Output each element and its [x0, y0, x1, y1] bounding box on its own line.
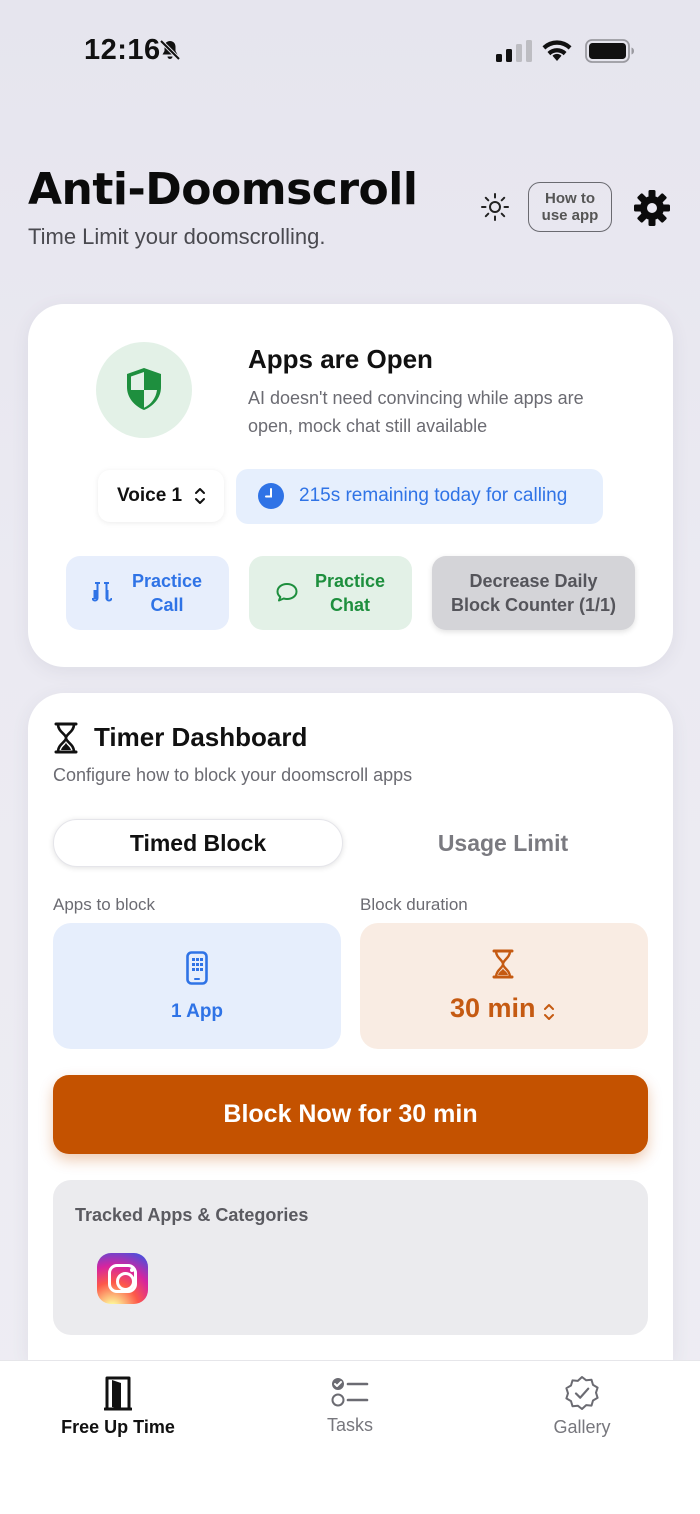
practice-chat-line1: Practice	[314, 571, 386, 591]
tab-free-up-time[interactable]: Free Up Time	[38, 1375, 198, 1438]
battery-icon	[585, 39, 634, 63]
hourglass-icon	[492, 949, 514, 979]
block-duration-selector[interactable]: 30 min	[360, 923, 648, 1049]
chevron-up-down-icon	[544, 1004, 554, 1020]
cellular-signal-icon	[496, 40, 532, 62]
apps-status-card: Apps are Open AI doesn't need convincing…	[28, 304, 673, 667]
apps-to-block-label: Apps to block	[53, 895, 156, 914]
shield-badge	[96, 342, 192, 438]
tab-usage-limit[interactable]: Usage Limit	[358, 819, 648, 867]
tracked-apps-title: Tracked Apps & Categories	[75, 1205, 309, 1225]
tab-gallery[interactable]: Gallery	[502, 1375, 662, 1438]
instagram-icon	[97, 1253, 148, 1304]
apps-status-description: AI doesn't need convincing while apps ar…	[248, 388, 584, 436]
tab-tasks[interactable]: Tasks	[270, 1375, 430, 1436]
tab-label: Free Up Time	[61, 1417, 175, 1437]
test-tubes-icon	[92, 582, 112, 602]
decrease-line2: Block Counter (1/1)	[450, 595, 617, 615]
app-subtitle: Time Limit your doomscrolling.	[28, 224, 326, 249]
status-time: 12:16	[84, 34, 161, 66]
badge-check-icon	[565, 1376, 599, 1410]
tab-bar: Free Up Time Tasks Gallery	[0, 1360, 700, 1514]
block-now-button[interactable]: Block Now for 30 min	[53, 1075, 648, 1154]
apps-to-block-selector[interactable]: 1 App	[53, 923, 341, 1049]
timer-dashboard-title: Timer Dashboard	[94, 722, 308, 752]
how-to-label-line1: How to	[545, 190, 595, 207]
voice-select[interactable]: Voice 1	[98, 470, 224, 522]
block-duration-label: Block duration	[360, 895, 468, 914]
decrease-daily-block-counter-button[interactable]: Decrease Daily Block Counter (1/1)	[432, 556, 635, 630]
apps-status-title: Apps are Open	[248, 344, 433, 374]
sun-icon[interactable]	[480, 192, 510, 222]
decrease-line1: Decrease Daily	[469, 571, 598, 591]
chat-bubble-icon	[276, 583, 298, 602]
clock-icon	[258, 483, 284, 509]
chevron-up-down-icon	[195, 488, 205, 504]
how-to-label-line2: use app	[541, 207, 599, 224]
tracked-apps-section: Tracked Apps & Categories	[53, 1180, 648, 1335]
apps-count-value: 1 App	[170, 1001, 224, 1022]
practice-call-button[interactable]: Practice Call	[66, 556, 229, 630]
app-title: Anti-Doomscroll	[28, 164, 418, 215]
block-duration-value: 30 min	[450, 993, 536, 1023]
remaining-time-text: 215s remaining today for calling	[299, 485, 568, 506]
voice-select-value: Voice 1	[117, 485, 183, 506]
how-to-use-app-button[interactable]: How to use app	[528, 182, 612, 232]
checklist-icon	[331, 1378, 369, 1407]
tab-timed-block[interactable]: Timed Block	[53, 819, 343, 867]
door-icon	[104, 1376, 132, 1411]
phone-icon	[186, 951, 208, 985]
tab-label: Gallery	[553, 1417, 611, 1437]
status-bar: 12:16	[0, 0, 700, 100]
hourglass-icon	[54, 722, 78, 754]
practice-call-line2: Call	[150, 595, 184, 615]
timer-dashboard-card: Timer Dashboard Configure how to block y…	[28, 693, 673, 1360]
practice-chat-button[interactable]: Practice Chat	[249, 556, 412, 630]
remaining-time-pill: 215s remaining today for calling	[236, 469, 603, 524]
wifi-icon	[542, 40, 572, 61]
tab-label: Tasks	[326, 1415, 373, 1435]
gear-icon[interactable]	[632, 188, 672, 228]
bell-off-icon	[159, 39, 181, 61]
shield-icon	[127, 368, 161, 410]
timer-dashboard-subtitle: Configure how to block your doomscroll a…	[53, 765, 413, 785]
practice-chat-line2: Chat	[330, 595, 370, 615]
practice-call-line1: Practice	[131, 571, 203, 591]
